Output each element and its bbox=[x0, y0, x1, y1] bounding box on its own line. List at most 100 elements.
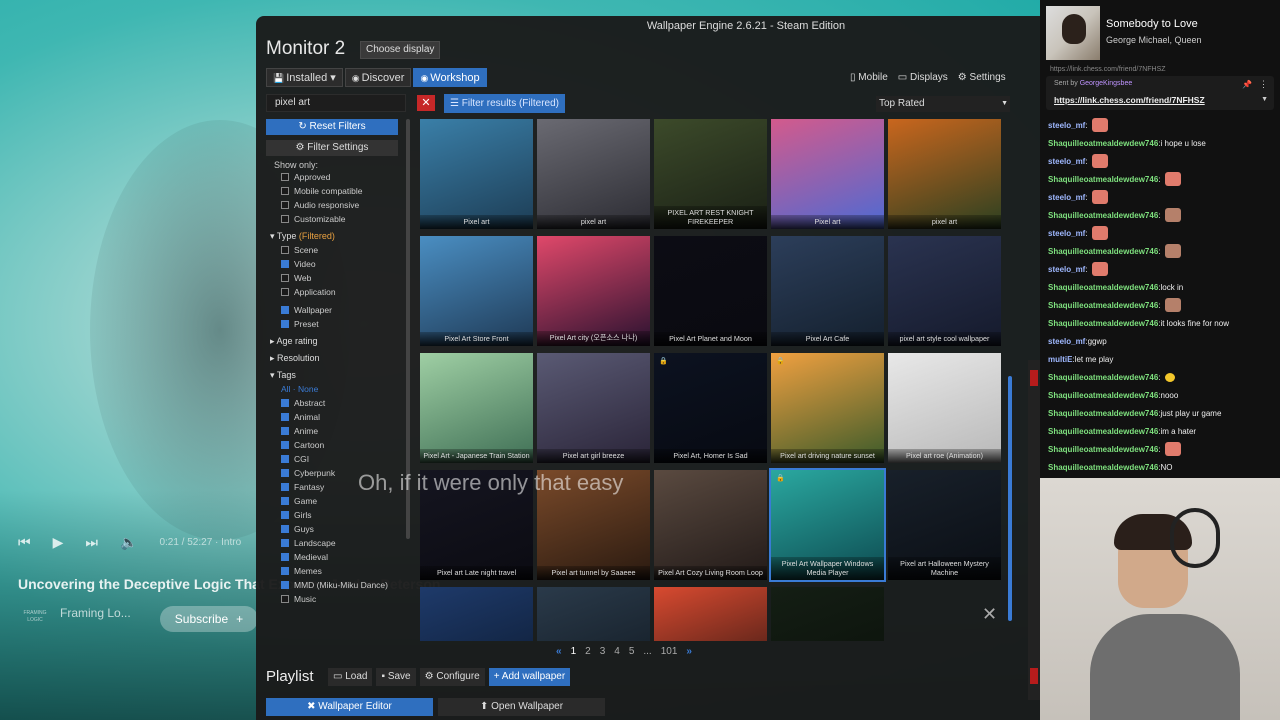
show-only-item[interactable]: Mobile compatible bbox=[266, 184, 406, 198]
show-only-item[interactable]: Audio responsive bbox=[266, 198, 406, 212]
next-icon[interactable]: ⏭ bbox=[85, 534, 98, 551]
checkbox[interactable] bbox=[281, 274, 289, 282]
tag-item[interactable]: MMD (Miku-Miku Dance) bbox=[266, 578, 406, 592]
tag-item[interactable]: Anime bbox=[266, 424, 406, 438]
pin-icon[interactable]: 📌 bbox=[1242, 80, 1252, 89]
chat-username[interactable]: Shaquilleoatmealdewdew746 bbox=[1048, 427, 1158, 436]
volume-icon[interactable]: 🔈 bbox=[120, 534, 137, 551]
save-button[interactable]: ▪ Save bbox=[376, 668, 416, 686]
checkbox[interactable] bbox=[281, 187, 289, 195]
wallpaper-tile[interactable]: 2.3K bbox=[420, 587, 533, 641]
checkbox[interactable] bbox=[281, 511, 289, 519]
wallpaper-tile[interactable]: Pixel art bbox=[771, 119, 884, 229]
chat-username[interactable]: Shaquilleoatmealdewdew746 bbox=[1048, 211, 1158, 220]
filter-settings-button[interactable]: ⚙ Filter Settings bbox=[266, 140, 398, 156]
wallpaper-tile[interactable]: Pixel art Halloween Mystery Machine bbox=[888, 470, 1001, 580]
tag-item[interactable]: Landscape bbox=[266, 536, 406, 550]
checkbox[interactable] bbox=[281, 441, 289, 449]
mobile-button[interactable]: ▯ Mobile bbox=[850, 68, 888, 87]
choose-display-button[interactable]: Choose display bbox=[360, 41, 441, 59]
tag-item[interactable]: Memes bbox=[266, 564, 406, 578]
open-wallpaper-button[interactable]: ⬆ Open Wallpaper bbox=[438, 698, 605, 716]
tag-item[interactable]: Medieval bbox=[266, 550, 406, 564]
wallpaper-tile[interactable]: 🔒 Pixel art driving nature sunset bbox=[771, 353, 884, 463]
chat-username[interactable]: steelo_mf bbox=[1048, 193, 1085, 202]
chat-username[interactable]: multiE bbox=[1048, 355, 1072, 364]
age-rating-section[interactable]: ▸ Age rating bbox=[266, 334, 406, 348]
chat-username[interactable]: Shaquilleoatmealdewdew746 bbox=[1048, 391, 1158, 400]
channel-name[interactable]: Framing Lo... bbox=[60, 606, 131, 620]
wallpaper-tile[interactable]: Pixel Art Cozy Living Room Loop bbox=[654, 470, 767, 580]
prev-page-icon[interactable]: « bbox=[556, 646, 562, 657]
checkbox[interactable] bbox=[281, 201, 289, 209]
checkbox[interactable] bbox=[281, 469, 289, 477]
page-1[interactable]: 1 bbox=[571, 646, 577, 657]
page-3[interactable]: 3 bbox=[600, 646, 606, 657]
checkbox[interactable] bbox=[281, 260, 289, 268]
tag-item[interactable]: Guys bbox=[266, 522, 406, 536]
chat-username[interactable]: steelo_mf bbox=[1048, 337, 1085, 346]
chat-username[interactable]: steelo_mf bbox=[1048, 265, 1085, 274]
show-only-item[interactable]: Approved bbox=[266, 170, 406, 184]
type-item[interactable]: Scene bbox=[266, 243, 406, 257]
close-icon[interactable]: ✕ bbox=[982, 604, 997, 625]
chat-username[interactable]: Shaquilleoatmealdewdew746 bbox=[1048, 463, 1158, 472]
filter-results-button[interactable]: ☰ Filter results (Filtered) bbox=[444, 94, 565, 113]
chat-username[interactable]: Shaquilleoatmealdewdew746 bbox=[1048, 283, 1158, 292]
type-section[interactable]: ▾ Type (Filtered) bbox=[266, 229, 406, 243]
wallpaper-editor-button[interactable]: ✖ Wallpaper Editor bbox=[266, 698, 433, 716]
chat-username[interactable]: steelo_mf bbox=[1048, 121, 1085, 130]
checkbox[interactable] bbox=[281, 413, 289, 421]
chat-username[interactable]: steelo_mf bbox=[1048, 157, 1085, 166]
tag-item[interactable]: CGI bbox=[266, 452, 406, 466]
tag-item[interactable]: Music bbox=[266, 592, 406, 606]
wallpaper-tile[interactable]: Pixel Art Store Front bbox=[420, 236, 533, 346]
wallpaper-tile[interactable]: pixel art bbox=[537, 119, 650, 229]
tag-item[interactable]: Abstract bbox=[266, 396, 406, 410]
checkbox[interactable] bbox=[281, 215, 289, 223]
tag-item[interactable]: Animal bbox=[266, 410, 406, 424]
grid-scrollbar[interactable] bbox=[1008, 376, 1012, 621]
wallpaper-tile[interactable]: pixel art style cool wallpaper bbox=[888, 236, 1001, 346]
checkbox[interactable] bbox=[281, 455, 289, 463]
show-only-item[interactable]: Customizable bbox=[266, 212, 406, 226]
tags-section[interactable]: ▾ Tags bbox=[266, 368, 406, 382]
chat-username[interactable]: Shaquilleoatmealdewdew746 bbox=[1048, 409, 1158, 418]
search-input[interactable]: pixel art bbox=[266, 94, 406, 112]
previous-icon[interactable]: ⏮ bbox=[18, 534, 31, 551]
sort-select[interactable]: Top Rated ▼ bbox=[876, 96, 1010, 112]
add-wallpaper-button[interactable]: + Add wallpaper bbox=[488, 668, 571, 686]
tag-item[interactable]: Girls bbox=[266, 508, 406, 522]
tab-discover[interactable]: ◉ Discover bbox=[344, 68, 412, 87]
type-item[interactable]: Wallpaper bbox=[266, 303, 406, 317]
subscribe-button[interactable]: Subscribe + bbox=[160, 606, 258, 632]
checkbox[interactable] bbox=[281, 246, 289, 254]
clear-search-button[interactable]: ✕ bbox=[417, 95, 435, 111]
tag-item[interactable]: Cartoon bbox=[266, 438, 406, 452]
page-5[interactable]: 5 bbox=[629, 646, 635, 657]
checkbox[interactable] bbox=[281, 525, 289, 533]
type-item[interactable]: Web bbox=[266, 271, 406, 285]
play-icon[interactable]: ▶ bbox=[53, 534, 64, 551]
chat-username[interactable]: Shaquilleoatmealdewdew746 bbox=[1048, 301, 1158, 310]
checkbox[interactable] bbox=[281, 539, 289, 547]
type-item[interactable]: Preset bbox=[266, 317, 406, 331]
chat-username[interactable]: Shaquilleoatmealdewdew746 bbox=[1048, 175, 1158, 184]
tag-item[interactable]: Game bbox=[266, 494, 406, 508]
wallpaper-tile[interactable]: Pixel Art - Japanese Train Station bbox=[420, 353, 533, 463]
chat-username[interactable]: steelo_mf bbox=[1048, 229, 1085, 238]
wallpaper-tile[interactable]: Pixel Art city (오픈소스 나나) bbox=[537, 236, 650, 346]
wallpaper-tile[interactable]: Pixel art girl breeze bbox=[537, 353, 650, 463]
wallpaper-tile[interactable]: Pixel art bbox=[420, 119, 533, 229]
wallpaper-tile[interactable] bbox=[771, 587, 884, 641]
pinned-link[interactable]: https://link.chess.com/friend/7NFHSZ bbox=[1054, 95, 1205, 105]
wallpaper-tile[interactable]: 🔒 Pixel Art Wallpaper Windows Media Playe… bbox=[769, 468, 886, 582]
wallpaper-tile[interactable]: Pixel Art Cafe bbox=[771, 236, 884, 346]
page-2[interactable]: 2 bbox=[585, 646, 591, 657]
checkbox[interactable] bbox=[281, 288, 289, 296]
chat-link-top[interactable]: https://link.chess.com/friend/7NFHSZ bbox=[1050, 66, 1166, 73]
checkbox[interactable] bbox=[281, 320, 289, 328]
chat-username[interactable]: Shaquilleoatmealdewdew746 bbox=[1048, 373, 1158, 382]
displays-button[interactable]: ▭ Displays bbox=[898, 68, 948, 87]
resolution-section[interactable]: ▸ Resolution bbox=[266, 351, 406, 365]
